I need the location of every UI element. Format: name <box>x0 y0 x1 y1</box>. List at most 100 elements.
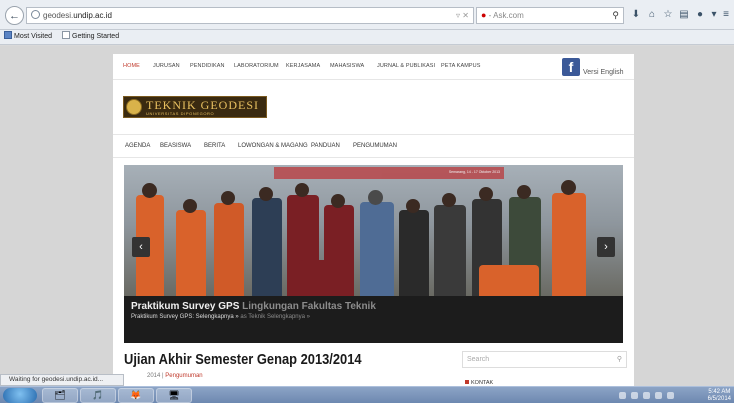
browser-search-placeholder: - Ask.com <box>488 11 524 20</box>
system-tray: 5:42 AM 6/5/2014 <box>611 389 731 402</box>
site-search-input[interactable]: Search ⚲ <box>462 351 627 368</box>
page-icon <box>62 31 70 39</box>
volume-icon[interactable] <box>667 392 674 399</box>
slide-photo: Semarang, 14 - 17 Oktober 2013 <box>124 165 623 296</box>
search-icon[interactable]: ⚲ <box>612 8 619 23</box>
home-icon[interactable]: ⌂ <box>646 9 658 20</box>
caption-title[interactable]: Praktikum Survey GPS Lingkungan Fakultas… <box>131 301 376 312</box>
caption-title-fading: Lingkungan Fakultas Teknik <box>239 301 376 312</box>
versi-english-link[interactable]: Versi English <box>583 69 623 76</box>
person-head <box>368 190 383 205</box>
person-figure <box>299 260 349 296</box>
person-head <box>331 194 345 208</box>
person-head <box>479 187 493 201</box>
site-search-placeholder: Search <box>467 356 490 363</box>
nav-jurnal-publikasi[interactable]: JURNAL & PUBLIKASI <box>377 63 435 69</box>
person-figure <box>360 202 394 296</box>
window-taskbar-icon[interactable]: 🖥 <box>156 388 192 403</box>
nav-lowongan-magang[interactable]: LOWONGAN & MAGANG <box>238 143 308 149</box>
person-figure <box>176 210 206 296</box>
nav-laboratorium[interactable]: LABORATORIUM <box>234 63 279 69</box>
search-engine-icon[interactable]: ● <box>481 10 486 20</box>
bookmarks-bar: Most Visited Getting Started <box>0 30 734 45</box>
dropdown-icon[interactable]: ▾ <box>708 9 720 20</box>
clock-date: 6/5/2014 <box>707 395 731 402</box>
nav-pendidikan[interactable]: PENDIDIKAN <box>190 63 225 69</box>
nav-beasiswa[interactable]: BEASISWA <box>160 143 191 149</box>
top-navigation: HOME JURUSAN PENDIDIKAN LABORATORIUM KER… <box>113 54 634 80</box>
url-bar[interactable]: geodesi.undip.ac.id ▿ ✕ <box>26 7 474 24</box>
article-headline[interactable]: Ujian Akhir Semester Genap 2013/2014 <box>124 351 362 368</box>
browser-toolbar: ← geodesi.undip.ac.id ▿ ✕ ● - Ask.com ⚲ … <box>0 0 734 30</box>
network-icon[interactable] <box>619 392 626 399</box>
logo-subtitle: UNIVERSITAS DIPONEGORO <box>146 111 215 116</box>
person-head <box>406 199 420 213</box>
slider-next-arrow-icon[interactable]: › <box>597 237 615 257</box>
person-head <box>221 191 235 205</box>
flag-icon[interactable] <box>631 392 638 399</box>
person-figure <box>552 193 586 296</box>
nav-mahasiswa[interactable]: MAHASISWA <box>330 63 364 69</box>
menu-icon[interactable]: ≡ <box>720 9 732 20</box>
nav-peta-kampus[interactable]: PETA KAMPUS <box>441 63 481 69</box>
person-head <box>517 185 531 199</box>
bookmark-getting-started[interactable]: Getting Started <box>62 30 119 44</box>
start-button[interactable] <box>3 388 37 403</box>
nav-jurusan[interactable]: JURUSAN <box>153 63 180 69</box>
search-icon[interactable]: ⚲ <box>617 352 622 367</box>
nav-kerjasama[interactable]: KERJASAMA <box>286 63 320 69</box>
nav-home[interactable]: HOME <box>123 63 140 69</box>
university-emblem-icon <box>126 99 142 115</box>
caption-sub-main: Praktikum Survey GPS: Selengkapnya » <box>131 314 239 320</box>
clock[interactable]: 5:42 AM 6/5/2014 <box>708 389 731 402</box>
browser-search-bar[interactable]: ● - Ask.com ⚲ <box>476 7 624 24</box>
download-icon[interactable]: ⬇ <box>630 9 642 20</box>
image-slider[interactable]: Semarang, 14 - 17 Oktober 2013 ‹ › Prakt… <box>124 165 623 343</box>
caption-subtitle[interactable]: Praktikum Survey GPS: Selengkapnya » as … <box>131 314 310 320</box>
caption-title-main: Praktikum Survey GPS <box>131 301 240 312</box>
url-actions[interactable]: ▿ ✕ <box>456 8 469 23</box>
caption-sub-fading: as Teknik Selengkapnya » <box>238 314 310 320</box>
person-head <box>259 187 273 201</box>
slide-caption: Praktikum Survey GPS Lingkungan Fakultas… <box>124 296 623 343</box>
bookmark-folder-icon <box>4 31 12 39</box>
article-category[interactable]: Pengumuman <box>165 373 202 379</box>
article-date: 2014 <box>147 373 161 379</box>
clipboard-icon[interactable]: ▤ <box>678 9 690 20</box>
nav-berita[interactable]: BERITA <box>204 143 225 149</box>
person-head <box>142 183 157 198</box>
secondary-navigation: AGENDA BEASISWA BERITA LOWONGAN & MAGANG… <box>113 134 634 158</box>
explorer-taskbar-icon[interactable]: 🗂 <box>42 388 78 403</box>
person-head <box>183 199 197 213</box>
person-figure <box>479 265 539 296</box>
back-arrow-icon[interactable]: ← <box>5 6 24 25</box>
site-logo[interactable]: TEKNIK GEODESI UNIVERSITAS DIPONEGORO <box>123 96 267 118</box>
windows-taskbar: 🗂 🎵 🦊 🖥 5:42 AM 6/5/2014 <box>0 386 734 403</box>
bullet-icon <box>465 380 469 384</box>
nav-pengumuman[interactable]: PENGUMUMAN <box>353 143 397 149</box>
clock-time: 5:42 AM <box>708 389 731 395</box>
bookmark-label: Getting Started <box>72 33 120 40</box>
article-meta: 2014 | Pengumuman <box>147 373 203 379</box>
person-head <box>442 193 456 207</box>
person-figure <box>434 205 466 296</box>
slider-prev-arrow-icon[interactable]: ‹ <box>132 237 150 257</box>
url-host: undip.ac.id <box>73 11 112 20</box>
person-head <box>295 183 309 197</box>
url-prefix: geodesi. <box>43 11 74 20</box>
status-bar: Waiting for geodesi.undip.ac.id... <box>0 374 124 386</box>
website: HOME JURUSAN PENDIDIKAN LABORATORIUM KER… <box>113 54 634 386</box>
addon-icon[interactable]: ● <box>694 9 706 20</box>
banner-text: Semarang, 14 - 17 Oktober 2013 <box>448 170 500 174</box>
bookmark-most-visited[interactable]: Most Visited <box>4 30 52 44</box>
star-icon[interactable]: ☆ <box>662 9 674 20</box>
facebook-icon[interactable]: f <box>562 58 580 76</box>
bookmark-label: Most Visited <box>14 33 52 40</box>
person-figure <box>214 203 244 296</box>
signal-icon[interactable] <box>655 392 662 399</box>
media-player-taskbar-icon[interactable]: 🎵 <box>80 388 116 403</box>
nav-agenda[interactable]: AGENDA <box>125 143 150 149</box>
nav-panduan[interactable]: PANDUAN <box>311 143 340 149</box>
firefox-taskbar-icon[interactable]: 🦊 <box>118 388 154 403</box>
battery-icon[interactable] <box>643 392 650 399</box>
